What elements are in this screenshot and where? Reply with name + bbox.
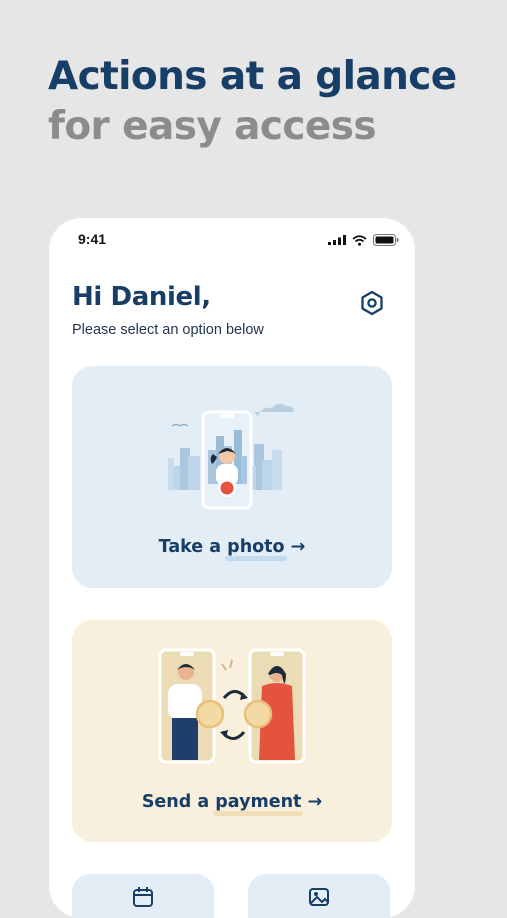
calendar-icon [133, 887, 153, 907]
take-photo-card[interactable]: Take a photo → [72, 366, 392, 588]
battery-icon [373, 234, 399, 246]
greeting-subtitle: Please select an option below [72, 322, 264, 338]
promo-headline: Actions at a glance for easy access [48, 52, 488, 152]
status-time: 9:41 [78, 231, 107, 247]
arrow-right-icon: → [307, 792, 323, 812]
send-payment-label-highlight: payment [213, 792, 304, 816]
phone-camera-city-illustration [168, 403, 294, 510]
gallery-icon [309, 888, 329, 906]
send-payment-card[interactable]: Send a payment → [72, 620, 392, 842]
cellular-signal-icon [328, 235, 346, 245]
send-payment-label: Send a payment → [72, 792, 392, 816]
wifi-icon [352, 234, 367, 246]
calendar-card[interactable] [72, 874, 214, 918]
phone-screen: 9:41 Hi Daniel, Please select an option … [49, 218, 415, 918]
greeting-title: Hi Daniel, [72, 282, 211, 312]
phones-exchanging-coins-illustration [158, 648, 306, 764]
settings-button[interactable] [359, 290, 385, 316]
take-photo-label-highlight: photo [225, 537, 288, 561]
settings-hexagon-icon [361, 290, 383, 316]
status-icons [328, 234, 399, 246]
send-payment-label-prefix: Send a [141, 792, 216, 812]
take-photo-label: Take a photo → [72, 537, 392, 561]
gallery-card[interactable] [248, 874, 390, 918]
headline-line-1: Actions at a glance [48, 54, 457, 99]
status-bar: 9:41 [49, 218, 415, 264]
headline-line-2: for easy access [48, 104, 377, 149]
take-photo-label-prefix: Take a [158, 537, 228, 557]
arrow-right-icon: → [290, 537, 306, 557]
